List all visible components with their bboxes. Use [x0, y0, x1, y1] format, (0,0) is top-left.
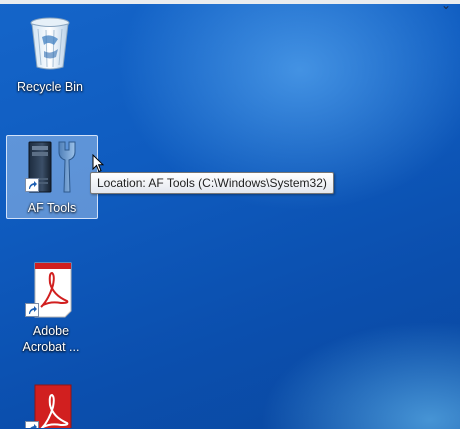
- desktop-icon-af-tools[interactable]: AF Tools: [6, 135, 98, 219]
- shortcut-arrow-icon: [25, 421, 39, 428]
- desktop-icon-adobe-2[interactable]: [4, 380, 96, 429]
- top-edge: [0, 0, 460, 4]
- icon-label: Adobe Acrobat ...: [22, 324, 80, 354]
- desktop-icon-recycle-bin[interactable]: Recycle Bin: [4, 12, 96, 98]
- icon-label: Recycle Bin: [17, 80, 83, 94]
- mouse-cursor-icon: [92, 154, 104, 173]
- shortcut-arrow-icon: [25, 303, 39, 317]
- icon-label: AF Tools: [27, 201, 77, 215]
- corner-mark-icon: ⌄: [441, 0, 452, 12]
- shortcut-arrow-icon: [25, 178, 39, 192]
- desktop[interactable]: ⌄ Recycle Bin AF Tools Adobe Acrobat ...…: [0, 0, 460, 429]
- location-tooltip: Location: AF Tools (C:\Windows\System32): [90, 172, 334, 194]
- recycle-bin-icon: [30, 17, 70, 70]
- desktop-icon-adobe-acrobat[interactable]: Adobe Acrobat ...: [4, 258, 96, 366]
